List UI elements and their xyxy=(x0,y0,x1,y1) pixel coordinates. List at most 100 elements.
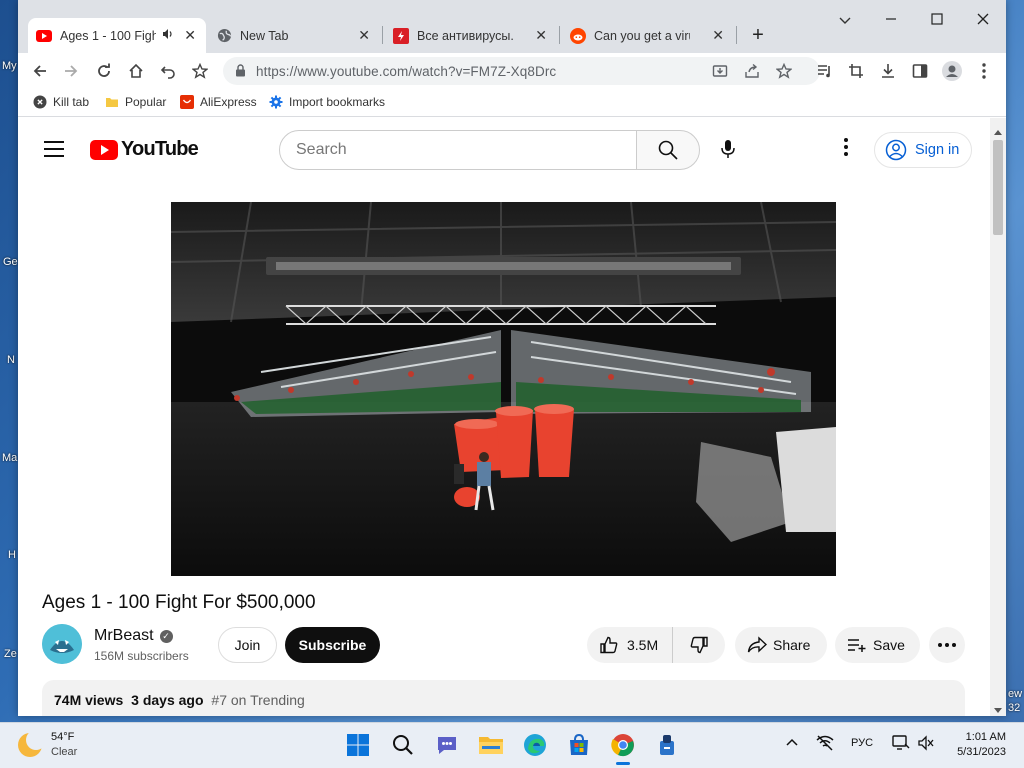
undo-icon[interactable] xyxy=(158,61,178,81)
new-tab-button[interactable]: + xyxy=(748,24,768,47)
desktop-icon-label[interactable]: H xyxy=(8,549,16,561)
tab-youtube[interactable]: Ages 1 - 100 Figh ✕ xyxy=(28,18,206,53)
globe-icon xyxy=(216,28,232,44)
video-title: Ages 1 - 100 Fight For $500,000 xyxy=(42,592,316,613)
desktop-icon-label[interactable]: My xyxy=(2,60,17,72)
desktop-icon-label[interactable]: ew xyxy=(1008,688,1022,700)
account-icon xyxy=(885,139,907,161)
like-count: 3.5M xyxy=(627,637,659,653)
chrome-menu-icon[interactable] xyxy=(974,61,994,81)
more-dots-icon xyxy=(938,643,942,647)
dislike-button[interactable] xyxy=(673,635,725,655)
tab-title: Все антивирусы. Ска xyxy=(417,28,513,43)
back-arrow-icon[interactable] xyxy=(30,61,50,81)
hamburger-menu-icon[interactable] xyxy=(44,141,64,157)
scroll-down-arrow-icon[interactable] xyxy=(994,701,1002,716)
lock-icon[interactable] xyxy=(235,64,246,82)
desktop-icon-label[interactable]: 32 xyxy=(1008,702,1020,714)
close-window-icon[interactable] xyxy=(973,12,993,29)
bookmark-import[interactable]: Import bookmarks xyxy=(269,95,385,109)
reload-icon[interactable] xyxy=(94,61,114,81)
home-icon[interactable] xyxy=(126,61,146,81)
settings-more-icon[interactable] xyxy=(838,138,854,162)
description-box[interactable]: 74M views 3 days ago #7 on Trending xyxy=(42,680,965,716)
search-box xyxy=(279,130,637,170)
reading-list-icon[interactable] xyxy=(814,61,834,81)
close-tab-icon[interactable]: ✕ xyxy=(712,27,724,44)
weather-widget[interactable]: 54°F Clear xyxy=(18,730,77,760)
bookmark-star-icon[interactable] xyxy=(775,62,793,84)
bookmark-aliexpress[interactable]: AliExpress xyxy=(180,95,257,109)
more-actions-button[interactable] xyxy=(929,627,965,663)
download-icon[interactable] xyxy=(878,61,898,81)
scroll-up-arrow-icon[interactable] xyxy=(994,122,1002,140)
moon-icon xyxy=(18,730,46,757)
close-tab-icon[interactable]: ✕ xyxy=(358,27,370,44)
file-explorer-icon[interactable] xyxy=(476,730,506,760)
audio-playing-icon[interactable] xyxy=(162,28,174,43)
channel-name[interactable]: MrBeast ✓ xyxy=(94,627,173,645)
scrollbar-thumb[interactable] xyxy=(993,140,1003,235)
video-player[interactable] xyxy=(171,202,836,576)
search-input[interactable] xyxy=(296,131,626,169)
bookmark-folder-popular[interactable]: Popular xyxy=(105,95,166,109)
language-indicator[interactable]: РУС xyxy=(851,737,873,749)
subscriber-count: 156M subscribers xyxy=(94,649,189,663)
minimize-icon[interactable] xyxy=(881,12,901,29)
install-app-icon[interactable] xyxy=(712,63,728,84)
sign-in-button[interactable]: Sign in xyxy=(874,132,972,168)
trending-link[interactable]: #7 on Trending xyxy=(211,692,304,708)
profile-avatar-icon[interactable] xyxy=(942,61,962,81)
video-metadata: 74M views 3 days ago #7 on Trending xyxy=(54,692,305,708)
save-label: Save xyxy=(873,637,905,653)
bookmarks-bar: Kill tab Popular AliExpress Import bookm… xyxy=(18,89,1006,117)
side-panel-icon[interactable] xyxy=(910,61,930,81)
close-tab-icon[interactable]: ✕ xyxy=(184,27,196,44)
like-button[interactable]: 3.5M xyxy=(587,627,673,663)
tab-new-tab[interactable]: New Tab ✕ xyxy=(208,18,380,53)
tab-antivirus[interactable]: Все антивирусы. Ска ✕ xyxy=(385,18,557,53)
desktop-icon-label[interactable]: Ze xyxy=(4,648,17,660)
channel-name-text[interactable]: MrBeast xyxy=(94,627,154,645)
youtube-logo[interactable]: YouTube xyxy=(90,138,199,161)
share-page-icon[interactable] xyxy=(744,63,760,84)
microphone-icon[interactable] xyxy=(715,136,741,162)
system-clock[interactable]: 1:01 AM 5/31/2023 xyxy=(946,730,1006,760)
maximize-icon[interactable] xyxy=(927,12,947,29)
subscribe-button[interactable]: Subscribe xyxy=(285,627,380,663)
join-button[interactable]: Join xyxy=(218,627,277,663)
forward-arrow-icon[interactable] xyxy=(61,61,81,81)
app-icon[interactable] xyxy=(652,730,682,760)
bookmark-kill-tab[interactable]: Kill tab xyxy=(33,95,89,109)
teams-chat-icon[interactable] xyxy=(432,730,462,760)
chevron-up-icon[interactable] xyxy=(786,737,798,749)
browser-toolbar: https://www.youtube.com/watch?v=FM7Z-Xq8… xyxy=(18,53,1006,89)
star-icon[interactable] xyxy=(190,61,210,81)
search-icon[interactable] xyxy=(388,730,418,760)
crop-icon[interactable] xyxy=(846,61,866,81)
tab-search-chevron-icon[interactable] xyxy=(835,12,855,29)
close-tab-icon[interactable]: ✕ xyxy=(535,27,547,44)
share-button[interactable]: Share xyxy=(735,627,827,663)
url-text[interactable]: https://www.youtube.com/watch?v=FM7Z-Xq8… xyxy=(256,64,556,79)
channel-avatar[interactable] xyxy=(42,624,82,664)
chrome-icon[interactable] xyxy=(608,730,638,765)
view-count: 74M views xyxy=(54,692,124,708)
tab-title: New Tab xyxy=(240,28,289,43)
microsoft-store-icon[interactable] xyxy=(564,730,594,760)
start-icon[interactable] xyxy=(343,730,373,760)
network-offline-icon[interactable] xyxy=(816,735,834,754)
save-button[interactable]: Save xyxy=(835,627,920,663)
desktop-icon-label[interactable]: N xyxy=(7,354,15,366)
youtube-header: YouTube Sign in xyxy=(18,118,990,182)
youtube-play-icon xyxy=(90,139,118,160)
tab-reddit[interactable]: Can you get a virus fr ✕ xyxy=(562,18,734,53)
address-bar[interactable]: https://www.youtube.com/watch?v=FM7Z-Xq8… xyxy=(223,57,820,85)
edge-icon[interactable] xyxy=(520,730,550,760)
desktop-icon-label[interactable]: Ge xyxy=(3,256,18,268)
search-button[interactable] xyxy=(636,130,700,170)
display-icon[interactable] xyxy=(892,735,910,754)
volume-muted-icon[interactable] xyxy=(918,735,934,754)
page-scrollbar[interactable] xyxy=(990,118,1006,716)
desktop-icon-label[interactable]: Ma xyxy=(2,452,17,464)
